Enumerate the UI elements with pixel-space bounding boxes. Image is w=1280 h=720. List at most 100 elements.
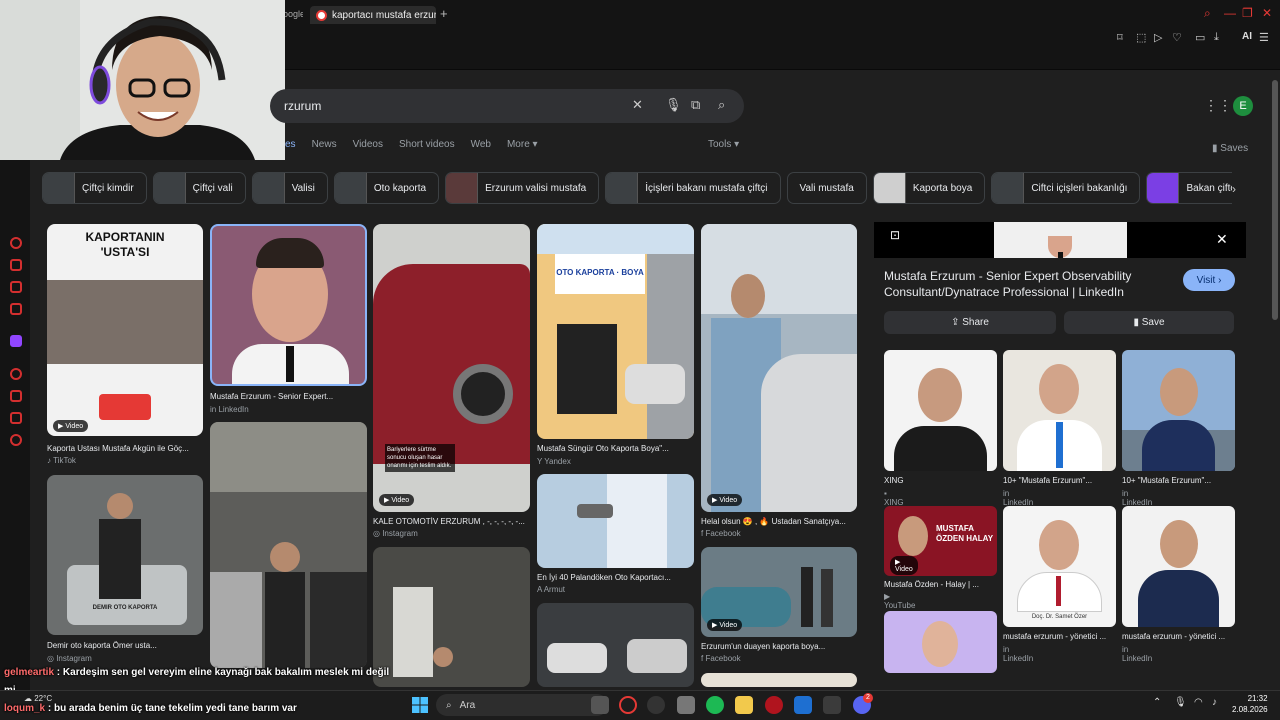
new-tab-plus-icon[interactable]: + — [440, 6, 448, 21]
saves-button[interactable]: ▮ Saves — [1212, 143, 1248, 154]
chip-ciftci-vali[interactable]: Çiftçi vali — [152, 172, 246, 204]
image-result[interactable]: En İyi 40 Palandöken Oto Kaportacı... A … — [537, 474, 694, 596]
chip-oto-kaporta[interactable]: Oto kaporta — [333, 172, 440, 204]
result-source: ◎ Instagram — [47, 654, 92, 663]
opera-icon[interactable] — [619, 696, 637, 714]
result-title[interactable]: Demir oto kaporta Ömer usta... — [47, 641, 203, 650]
share-label: Share — [962, 317, 989, 328]
tray-overflow-icon[interactable]: ⌃ — [1153, 697, 1161, 708]
tab-news[interactable]: News — [312, 139, 337, 150]
store-icon[interactable] — [677, 696, 695, 714]
save-button[interactable]: ▮ Save — [1064, 311, 1234, 334]
result-title[interactable]: Helal olsun 😍 , 🔥 Ustadan Sanatçıya... — [701, 517, 857, 526]
search-icon[interactable]: ⌕ — [718, 97, 725, 113]
maximize-icon[interactable]: ❐ — [1242, 6, 1253, 20]
chip-vali-mustafa[interactable]: Vali mustafa — [786, 172, 867, 204]
taskbar-search[interactable]: ⌕ Ara — [436, 694, 608, 716]
microphone-tray-icon[interactable]: 🎙 — [1174, 697, 1187, 708]
app-red-icon[interactable] — [765, 696, 783, 714]
tab-active[interactable]: kaportacı mustafa erzurum — [310, 6, 436, 24]
chip-erzurum-valisi[interactable]: Erzurum valisi mustafa — [445, 172, 600, 204]
app-dark-icon[interactable] — [823, 696, 841, 714]
lens-icon[interactable]: ⧉ — [691, 97, 700, 113]
ai-button[interactable]: AI — [1242, 31, 1252, 42]
result-title[interactable]: KALE OTOMOTİV ERZURUM , -, -, -, -, -... — [373, 517, 530, 526]
result-title[interactable]: En İyi 40 Palandöken Oto Kaportacı... — [537, 573, 694, 582]
result-title[interactable]: Erzurum'un duayen kaporta boya... — [701, 642, 857, 651]
sidebar-messenger-icon[interactable] — [10, 303, 22, 315]
panel-scrollbar[interactable] — [1272, 80, 1278, 320]
bookmark-icon[interactable]: ⌑ — [1117, 31, 1123, 44]
clear-search-icon[interactable]: ✕ — [632, 97, 643, 113]
tools-button[interactable]: Tools ▾ — [708, 139, 739, 150]
sidebar-apps-icon[interactable] — [10, 412, 22, 424]
image-result[interactable]: KAPORTANIN 'USTA'SI ▶ Video Kaporta Usta… — [47, 224, 203, 468]
image-result-selected[interactable]: Mustafa Erzurum - Senior Expert... in Li… — [210, 224, 367, 416]
overlay-text: DEMIR OTO KAPORTA — [92, 605, 158, 611]
result-image: Bariyerlere sürtme sonucu oluşan hasar o… — [373, 224, 530, 512]
lens-search-icon[interactable]: ⊡ — [890, 228, 900, 242]
image-result[interactable]: Bariyerlere sürtme sonucu oluşan hasar o… — [373, 224, 530, 542]
search-tabs-icon[interactable]: ⌕ — [1204, 6, 1211, 21]
weather-widget[interactable]: ☁ 22°C — [24, 694, 52, 703]
result-title[interactable]: Mustafa Süngür Oto Kaporta Boya"... — [537, 444, 694, 453]
preview-title[interactable]: Mustafa Erzurum - Senior Expert Observab… — [884, 268, 1174, 300]
chip-kaporta-boya[interactable]: Kaporta boya — [872, 172, 986, 204]
tab-more[interactable]: More ▾ — [507, 139, 538, 150]
result-title[interactable]: Kaporta Ustası Mustafa Akgün ile Göç... — [47, 444, 203, 453]
download-icon[interactable]: ⤓ — [1214, 31, 1219, 44]
image-result[interactable] — [701, 673, 857, 687]
taskview-icon[interactable] — [591, 696, 609, 714]
account-avatar[interactable]: E — [1233, 96, 1253, 116]
chip-icisleri-bakani[interactable]: İçişleri bakanı mustafa çiftçi — [605, 172, 781, 204]
minimize-icon[interactable]: — — [1224, 6, 1236, 20]
tab-images[interactable]: es — [285, 139, 296, 150]
overlay-text: Bariyerlere sürtme sonucu oluşan hasar o… — [385, 444, 455, 472]
volume-icon[interactable]: ♪ — [1212, 697, 1217, 708]
screenshot-icon[interactable]: ⬚ — [1136, 31, 1146, 44]
mail-icon[interactable] — [794, 696, 812, 714]
result-source: f Facebook — [701, 529, 741, 538]
chip-label: Çiftçi kimdir — [82, 182, 134, 194]
chip-bakan-ciftci[interactable]: Bakan çiftçi — [1146, 172, 1232, 204]
wallet-icon[interactable]: ▭ — [1195, 31, 1205, 44]
chips-next-icon[interactable]: › — [1232, 182, 1236, 196]
image-result[interactable]: OTO KAPORTA · BOYA Mustafa Süngür Oto Ka… — [537, 224, 694, 468]
tab-videos[interactable]: Videos — [353, 139, 383, 150]
google-apps-icon[interactable]: ⋮⋮ — [1204, 97, 1232, 114]
image-result[interactable] — [210, 422, 367, 668]
close-panel-icon[interactable]: ✕ — [1216, 231, 1228, 248]
chip-label: Oto kaporta — [373, 182, 427, 194]
chip-ciftci-icisleri[interactable]: Ciftci içişleri bakanlığı — [991, 172, 1141, 204]
tab-web[interactable]: Web — [471, 139, 491, 150]
spotify-icon[interactable] — [706, 696, 724, 714]
taskbar-clock[interactable]: 21:32 2.08.2026 — [1232, 693, 1268, 715]
image-result[interactable] — [537, 603, 694, 687]
result-title[interactable]: Mustafa Erzurum - Senior Expert... — [210, 392, 367, 401]
sidebar-twitch-icon[interactable] — [10, 335, 22, 347]
menu-icon[interactable]: ☰ — [1259, 31, 1269, 44]
sidebar-chat-icon[interactable] — [10, 281, 22, 293]
image-result[interactable]: ▶ Video Erzurum'un duayen kaporta boya..… — [701, 547, 857, 669]
image-result[interactable]: ▶ Video Helal olsun 😍 , 🔥 Ustadan Sanatç… — [701, 224, 857, 542]
chip-ciftci-kimdir[interactable]: Çiftçi kimdir — [42, 172, 147, 204]
sidebar-settings-icon[interactable] — [10, 434, 22, 446]
sidebar-history-icon[interactable] — [10, 237, 22, 249]
microphone-icon[interactable]: 🎙 — [665, 97, 682, 113]
windows-start-icon[interactable] — [411, 696, 429, 714]
close-window-icon[interactable]: ✕ — [1262, 6, 1272, 20]
tab-short-videos[interactable]: Short videos — [399, 139, 455, 150]
sidebar-bag-icon[interactable] — [10, 259, 22, 271]
file-explorer-icon[interactable] — [735, 696, 753, 714]
chip-valisi[interactable]: Valisi — [251, 172, 328, 204]
play-icon[interactable]: ▷ — [1154, 31, 1162, 44]
heart-icon[interactable]: ♡ — [1172, 31, 1182, 44]
obs-icon[interactable] — [647, 696, 665, 714]
sidebar-clock-icon[interactable] — [10, 368, 22, 380]
tab-inactive[interactable]: oogle — [283, 9, 303, 23]
share-button[interactable]: ⇪ Share — [884, 311, 1056, 334]
visit-button[interactable]: Visit › — [1183, 269, 1235, 291]
wifi-icon[interactable]: ◠ — [1194, 697, 1203, 708]
sidebar-box-icon[interactable] — [10, 390, 22, 402]
image-result[interactable]: DEMIR OTO KAPORTA Demir oto kaporta Ömer… — [47, 475, 203, 667]
